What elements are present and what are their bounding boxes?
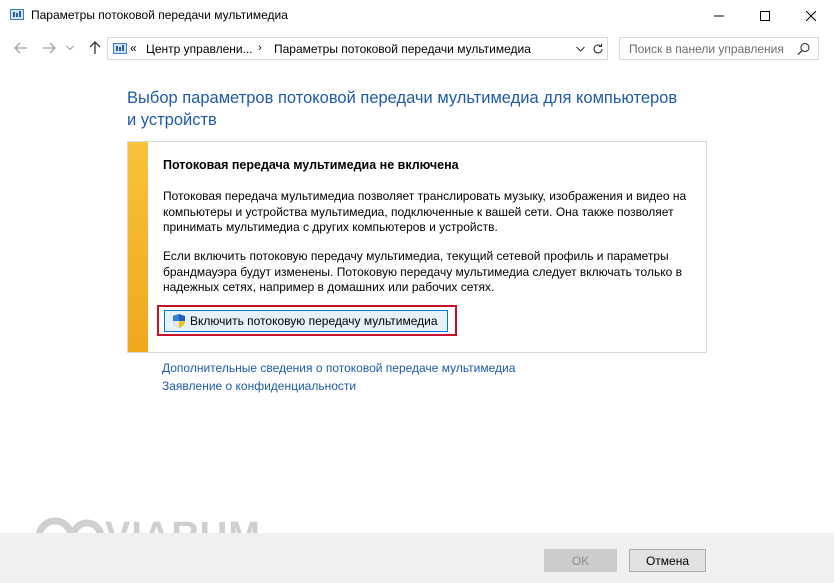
arrow-left-icon [14,42,27,54]
breadcrumb-separator[interactable]: › [258,42,262,54]
search-placeholder[interactable]: Поиск в панели управления [629,42,784,56]
chevron-down-icon [66,45,74,51]
ok-button[interactable]: OK [544,549,617,572]
title-bar: Параметры потоковой передачи мультимедиа [0,0,834,32]
cancel-button[interactable]: Отмена [629,549,706,572]
close-button[interactable] [788,0,834,32]
up-button[interactable] [86,40,104,56]
arrow-up-icon [89,41,101,54]
search-field[interactable]: Поиск в панели управления [619,37,819,60]
back-button[interactable] [12,40,30,56]
window-title: Параметры потоковой передачи мультимедиа [31,8,288,22]
uac-shield-icon [173,314,185,328]
refresh-icon [593,43,603,54]
breadcrumb-current[interactable]: Параметры потоковой передачи мультимедиа [274,42,531,56]
enable-media-streaming-button[interactable]: Включить потоковую передачу мультимедиа [164,310,448,332]
panel-description: Потоковая передача мультимедиа позволяет… [163,189,687,234]
breadcrumb-control-panel[interactable]: Центр управлени... [146,42,253,56]
control-panel-icon [10,9,24,20]
address-dropdown-button[interactable] [574,42,586,56]
page-title: Выбор параметров потоковой передачи муль… [127,89,678,129]
enable-button-label: Включить потоковую передачу мультимедиа [190,314,438,328]
search-icon[interactable] [797,42,811,56]
panel-warning-text: Если включить потоковую передачу мультим… [163,249,682,294]
chevron-down-icon [575,46,585,52]
privacy-statement-link[interactable]: Заявление о конфиденциальности [162,379,356,393]
minimize-button[interactable] [696,0,742,32]
refresh-button[interactable] [591,41,605,57]
maximize-button[interactable] [742,0,788,32]
arrow-right-icon [43,42,56,54]
maximize-icon [760,11,770,21]
control-panel-icon [113,43,127,54]
close-icon [806,11,816,21]
warning-accent-bar [128,142,148,352]
forward-button[interactable] [40,40,58,56]
recent-locations-button[interactable] [64,40,76,56]
button-bar [0,533,834,583]
more-info-link[interactable]: Дополнительные сведения о потоковой пере… [162,361,515,375]
breadcrumb-overflow[interactable]: « [130,41,137,55]
address-bar[interactable]: « Центр управлени... › Параметры потоков… [107,37,608,60]
minimize-icon [714,15,724,17]
panel-heading: Потоковая передача мультимедиа не включе… [163,158,459,172]
